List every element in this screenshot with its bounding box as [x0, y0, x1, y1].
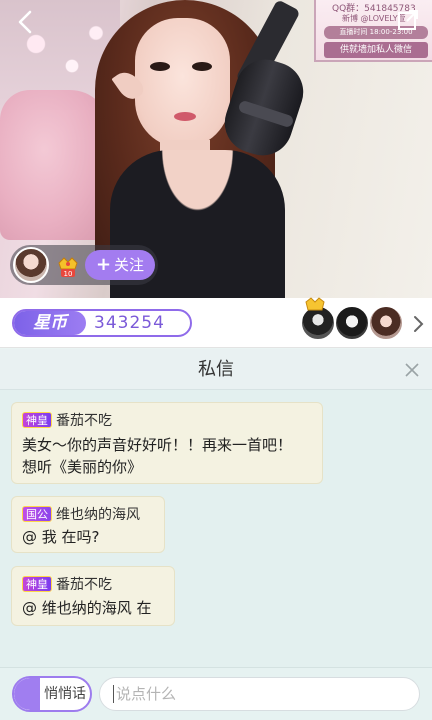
private-message-header: 私信 [0, 349, 432, 390]
rank-badge: 神皇 [22, 412, 52, 428]
viewer-avatar[interactable] [368, 305, 404, 341]
message-bubble[interactable]: 神皇 番茄不吃 美女～你的声音好好听！！再来一首吧！ 想听《美丽的你》 [11, 402, 323, 484]
toggle-knob [14, 678, 40, 710]
chevron-right-icon [414, 316, 424, 332]
message-header: 国公 维也纳的海风 [22, 504, 140, 524]
sender-name[interactable]: 维也纳的海风 [56, 504, 140, 524]
message-bubble[interactable]: 国公 维也纳的海风 @ 我 在吗? [11, 496, 165, 553]
star-coin-pill[interactable]: 星币 343254 [12, 309, 192, 337]
streamer-face [135, 18, 230, 148]
rank-badge: 国公 [22, 506, 52, 522]
crown-icon [305, 296, 325, 311]
message-text: @ 我 在吗? [22, 528, 100, 546]
star-coin-label: 星币 [14, 311, 86, 335]
message-bubble[interactable]: 神皇 番茄不吃 @ 维也纳的海风 在 [11, 566, 175, 626]
streamer-eye [150, 62, 170, 71]
message-header: 神皇 番茄不吃 [22, 410, 112, 430]
pink-sofa [0, 90, 110, 240]
share-button[interactable] [397, 9, 419, 31]
message-line: 美女～你的声音好好听！！再来一首吧！ [22, 436, 293, 454]
host-avatar[interactable] [13, 247, 49, 283]
panel-title: 私信 [198, 359, 234, 380]
star-coin-value: 343254 [94, 313, 165, 333]
level-crown-icon: 10 [58, 257, 78, 278]
close-button[interactable] [402, 360, 422, 380]
plus-icon: + [95, 254, 112, 275]
follow-label: 关注 [114, 256, 145, 274]
chat-input[interactable] [99, 677, 420, 711]
external-share-icon [398, 10, 418, 30]
more-viewers-button[interactable] [409, 313, 427, 335]
message-line: 想听《美丽的你》 [22, 458, 143, 476]
message-header: 神皇 番茄不吃 [22, 574, 112, 594]
whisper-label: 悄悄话 [44, 686, 86, 702]
back-button[interactable] [12, 8, 40, 36]
text-caret [113, 685, 114, 703]
level-number: 10 [64, 270, 73, 278]
wechat-text: 供就墙加私人微信 [324, 42, 428, 58]
streamer-eye [192, 62, 212, 71]
message-text: 美女～你的声音好好听！！再来一首吧！ 想听《美丽的你》 [22, 434, 292, 478]
level-badge: 10 [56, 254, 80, 278]
close-icon [405, 363, 419, 377]
sender-name[interactable]: 番茄不吃 [56, 574, 112, 594]
chevron-left-icon [18, 10, 32, 34]
sender-name[interactable]: 番茄不吃 [56, 410, 112, 430]
follow-button[interactable]: + 关注 [85, 250, 155, 280]
viewer-avatar[interactable] [334, 305, 370, 341]
whisper-toggle[interactable]: 悄悄话 [12, 676, 92, 712]
message-text: @ 维也纳的海风 在 [22, 599, 152, 617]
streamer-lips [174, 112, 196, 121]
rank-badge: 神皇 [22, 576, 52, 592]
